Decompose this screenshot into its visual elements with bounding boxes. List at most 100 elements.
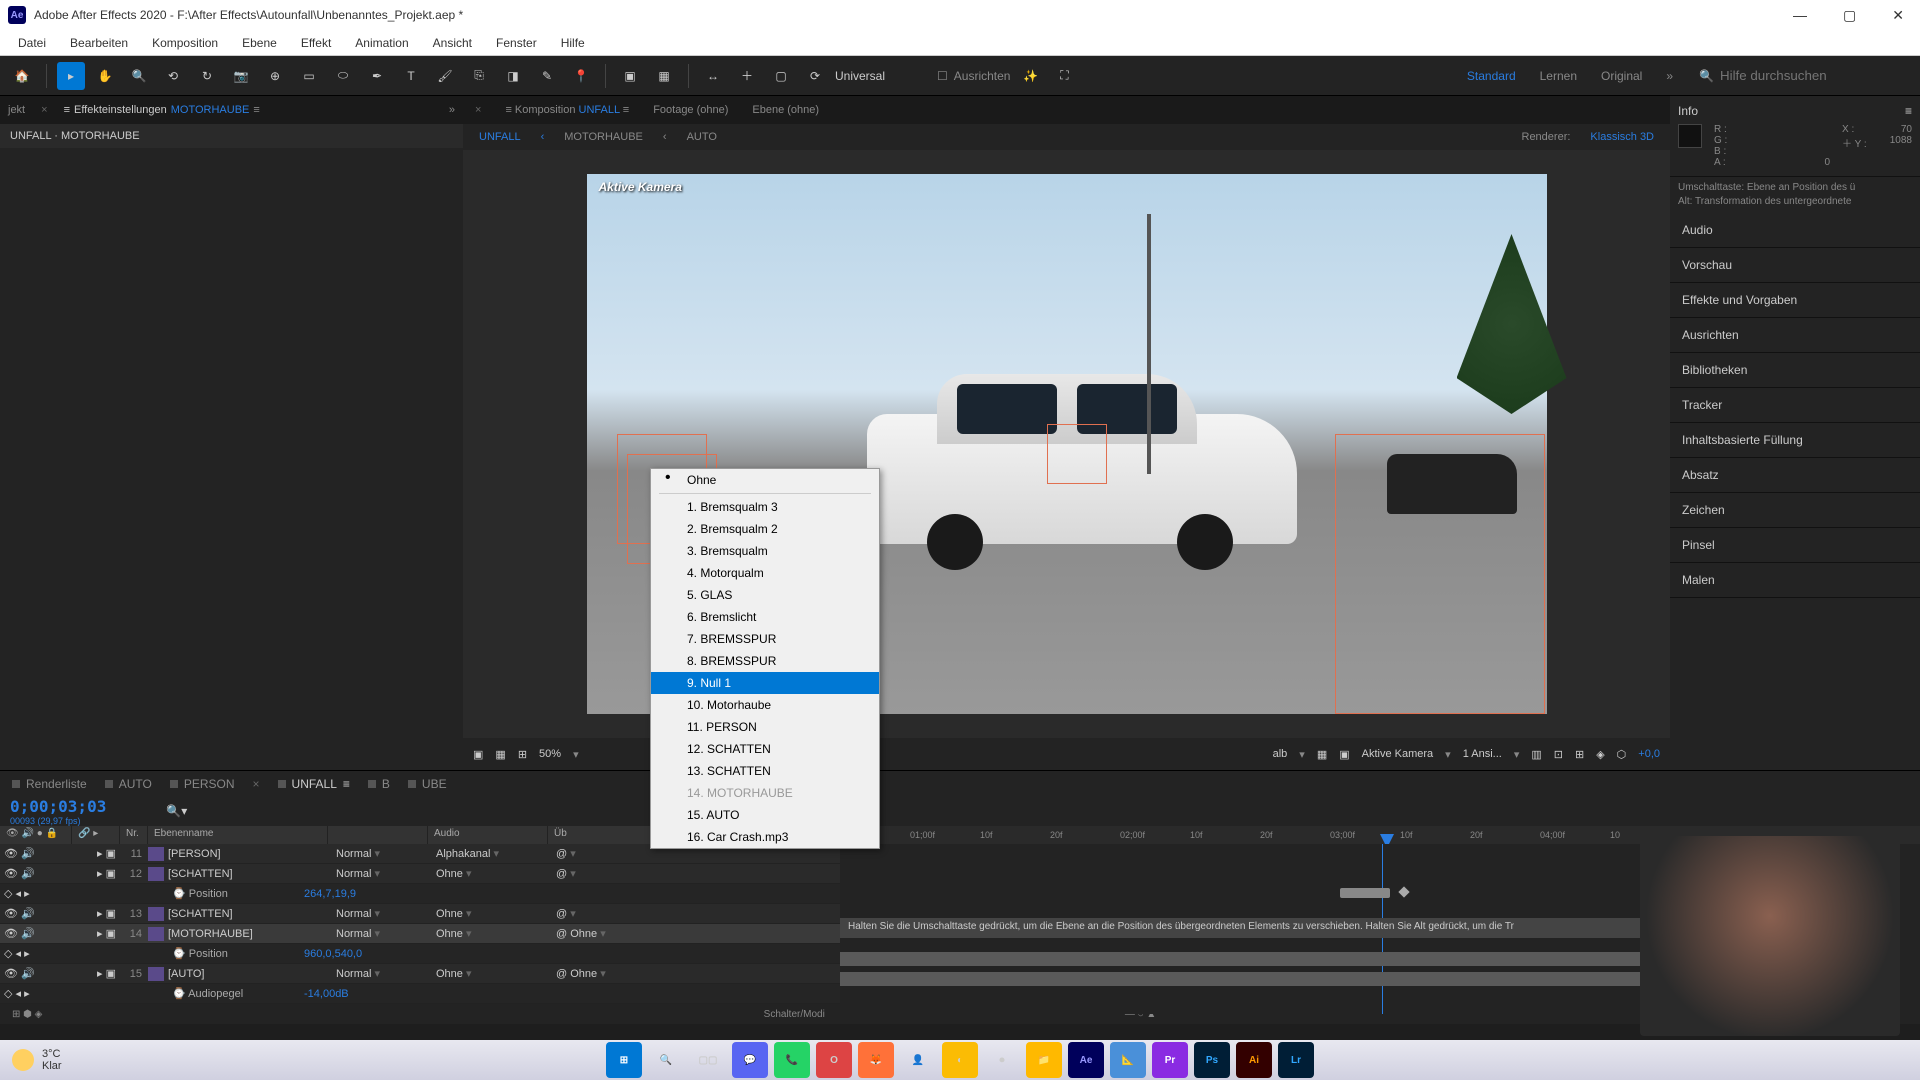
rect-tool[interactable]: ▭: [295, 62, 323, 90]
ctx-item[interactable]: 1. Bremsqualm 3: [651, 496, 879, 518]
zoom-tool[interactable]: 🔍: [125, 62, 153, 90]
panel-zeichen[interactable]: Zeichen: [1670, 493, 1920, 528]
views-select[interactable]: 1 Ansi...: [1463, 748, 1502, 760]
composition-viewer[interactable]: Aktive Kamera: [463, 150, 1670, 738]
menu-animation[interactable]: Animation: [345, 34, 418, 52]
taskbar-ps[interactable]: Ps: [1194, 1042, 1230, 1078]
ctx-item[interactable]: 2. Bremsqualm 2: [651, 518, 879, 540]
ctx-item[interactable]: 15. AUTO: [651, 804, 879, 826]
ctx-item[interactable]: 12. SCHATTEN: [651, 738, 879, 760]
nav-unfall[interactable]: UNFALL: [479, 131, 521, 143]
panel-absatz[interactable]: Absatz: [1670, 458, 1920, 493]
taskbar-pr[interactable]: Pr: [1152, 1042, 1188, 1078]
timecode[interactable]: 0;00;03;03: [10, 797, 106, 816]
search-taskbar[interactable]: 🔍: [648, 1042, 684, 1078]
move-tool[interactable]: ↔: [699, 62, 727, 90]
tl-tab-render[interactable]: Renderliste: [12, 777, 87, 791]
ctx-item[interactable]: 13. SCHATTEN: [651, 760, 879, 782]
keyframe-bar-1[interactable]: [1340, 888, 1390, 898]
panel-tracker[interactable]: Tracker: [1670, 388, 1920, 423]
transparency-icon[interactable]: ▦: [1317, 748, 1327, 761]
taskbar-firefox[interactable]: 🦊: [858, 1042, 894, 1078]
ctx-item[interactable]: Ohne: [651, 469, 879, 491]
ctx-item[interactable]: 7. BREMSSPUR: [651, 628, 879, 650]
panel-ausrichten[interactable]: Ausrichten: [1670, 318, 1920, 353]
taskbar-whatsapp[interactable]: 📞: [774, 1042, 810, 1078]
menu-ebene[interactable]: Ebene: [232, 34, 287, 52]
tab-footage[interactable]: Footage (ohne): [653, 104, 728, 116]
tl-tab-auto[interactable]: AUTO: [105, 777, 152, 791]
nav-motorhaube[interactable]: MOTORHAUBE: [564, 131, 643, 143]
tl-tab-ube[interactable]: UBE: [408, 777, 447, 791]
mask2-icon[interactable]: ▣: [1339, 748, 1349, 761]
ctx-item[interactable]: 9. Null 1: [651, 672, 879, 694]
switch-mode-label[interactable]: Schalter/Modi: [764, 1009, 825, 1020]
puppet-tool[interactable]: 📍: [567, 62, 595, 90]
tab-effect-settings[interactable]: ≡ Effekteinstellungen MOTORHAUBE ≡: [64, 104, 260, 116]
maximize-button[interactable]: ▢: [1835, 7, 1864, 24]
zoom-value[interactable]: 50%: [539, 748, 561, 760]
home-icon[interactable]: 🏠: [8, 62, 36, 90]
menu-ansicht[interactable]: Ansicht: [423, 34, 482, 52]
tl-search-icon[interactable]: 🔍▾: [166, 804, 187, 818]
taskbar-discord[interactable]: 💬: [732, 1042, 768, 1078]
mask-icon[interactable]: ▣: [473, 748, 483, 761]
minimize-button[interactable]: —: [1785, 7, 1815, 24]
ctx-item[interactable]: 5. GLAS: [651, 584, 879, 606]
vf-icon4[interactable]: ◈: [1596, 748, 1604, 761]
ctx-item[interactable]: 8. BREMSSPUR: [651, 650, 879, 672]
anchor-tool[interactable]: ⊕: [261, 62, 289, 90]
ctx-item[interactable]: 10. Motorhaube: [651, 694, 879, 716]
weather-widget[interactable]: 3°CKlar: [12, 1048, 62, 1072]
renderer-value[interactable]: Klassisch 3D: [1590, 131, 1654, 143]
ctx-item[interactable]: 11. PERSON: [651, 716, 879, 738]
layer-row[interactable]: 👁 🔊 ▸ ▣ 12 [SCHATTEN] Normal ▾ Ohne ▾ @ …: [0, 864, 840, 884]
text-tool[interactable]: T: [397, 62, 425, 90]
tl-tab-unfall[interactable]: UNFALL ≡: [278, 777, 350, 791]
tab-composition[interactable]: ≡ Komposition UNFALL ≡: [505, 104, 629, 116]
resolution[interactable]: alb: [1273, 748, 1288, 760]
box-icon[interactable]: ▣: [616, 62, 644, 90]
vf-icon2[interactable]: ⊡: [1554, 748, 1563, 761]
panel-effekte[interactable]: Effekte und Vorgaben: [1670, 283, 1920, 318]
ctx-item[interactable]: 6. Bremslicht: [651, 606, 879, 628]
wand-icon[interactable]: ✨: [1016, 62, 1044, 90]
ctx-item[interactable]: 4. Motorqualm: [651, 562, 879, 584]
panel-vorschau[interactable]: Vorschau: [1670, 248, 1920, 283]
menu-effekt[interactable]: Effekt: [291, 34, 341, 52]
info-menu[interactable]: ≡: [1905, 104, 1912, 118]
orbit-tool[interactable]: ⟲: [159, 62, 187, 90]
tl-toggle-icon[interactable]: ⊞ ⬢ ◈: [12, 1009, 42, 1020]
panel-bibliotheken[interactable]: Bibliotheken: [1670, 353, 1920, 388]
ellipse-tool[interactable]: ⬭: [329, 62, 357, 90]
mesh-icon[interactable]: ▦: [650, 62, 678, 90]
workspace-standard[interactable]: Standard: [1467, 69, 1516, 83]
taskbar-explorer[interactable]: 📁: [1026, 1042, 1062, 1078]
pen-tool[interactable]: ✒: [363, 62, 391, 90]
taskbar-opera[interactable]: O: [816, 1042, 852, 1078]
keyframe-1[interactable]: [1398, 886, 1409, 897]
expand-icon[interactable]: ⛶: [1050, 62, 1078, 90]
guides-icon[interactable]: ⊞: [518, 748, 527, 761]
taskbar-obs[interactable]: ⏺: [984, 1042, 1020, 1078]
ctx-item[interactable]: 3. Bremsqualm: [651, 540, 879, 562]
camera-tool[interactable]: 📷: [227, 62, 255, 90]
rotate-tool[interactable]: ↻: [193, 62, 221, 90]
layer-row[interactable]: 👁 🔊 ▸ ▣ 14 [MOTORHAUBE] Normal ▾ Ohne ▾ …: [0, 924, 840, 944]
clone-tool[interactable]: ⎘: [465, 62, 493, 90]
hand-tool[interactable]: ✋: [91, 62, 119, 90]
rect2-icon[interactable]: ▢: [767, 62, 795, 90]
taskbar-app2[interactable]: ◐: [942, 1042, 978, 1078]
panel-pinsel[interactable]: Pinsel: [1670, 528, 1920, 563]
exposure-value[interactable]: +0,0: [1638, 748, 1660, 760]
task-view[interactable]: ▢▢: [690, 1042, 726, 1078]
ctx-item[interactable]: 16. Car Crash.mp3: [651, 826, 879, 848]
menu-hilfe[interactable]: Hilfe: [551, 34, 595, 52]
tl-tab-b[interactable]: B: [368, 777, 390, 791]
refresh-icon[interactable]: ⟳: [801, 62, 829, 90]
workspace-overflow[interactable]: »: [1666, 69, 1673, 83]
menu-fenster[interactable]: Fenster: [486, 34, 547, 52]
menu-datei[interactable]: Datei: [8, 34, 56, 52]
menu-bearbeiten[interactable]: Bearbeiten: [60, 34, 138, 52]
tab-layer[interactable]: Ebene (ohne): [752, 104, 819, 116]
